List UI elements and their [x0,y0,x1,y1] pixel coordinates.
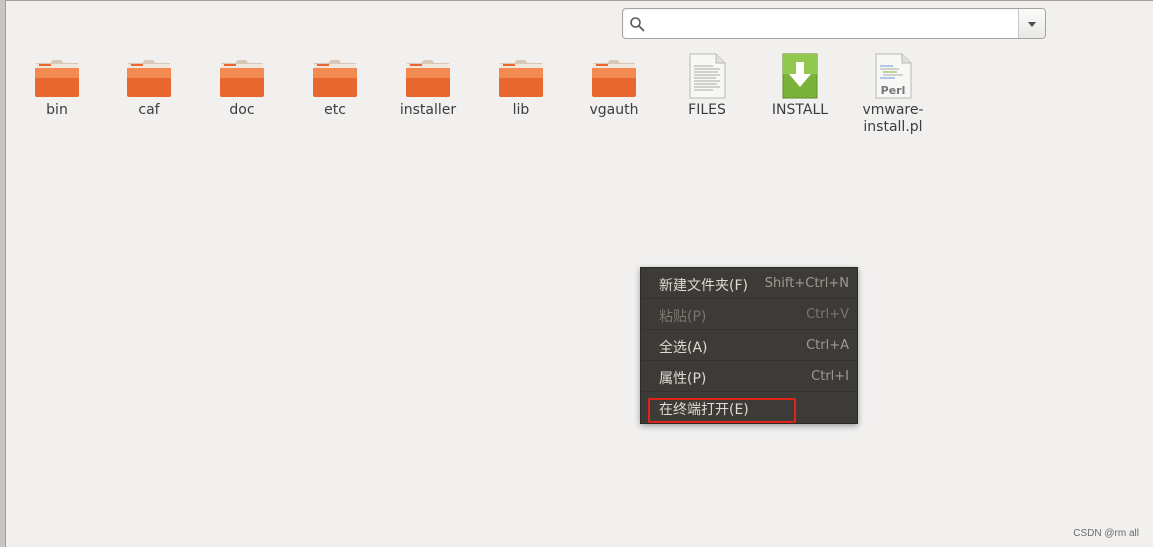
menu-item-select-all[interactable]: 全选(A) Ctrl+A [641,330,857,361]
file-label: etc [324,102,346,118]
file-item-etc[interactable]: etc [292,52,378,119]
file-item-doc[interactable]: doc [199,52,285,119]
menu-item-label: 属性(P) [659,371,707,387]
folder-icon [499,60,543,97]
file-label: caf [138,102,160,118]
text-document-icon [689,53,726,99]
search-icon [629,16,645,32]
search-combo[interactable] [622,8,1046,39]
folder-icon [220,60,264,97]
file-item-install[interactable]: INSTALL [757,52,843,119]
file-label: doc [229,102,255,118]
menu-item-label: 新建文件夹(F) [659,278,748,294]
file-label: vmware- install.pl [850,102,936,136]
file-label: FILES [688,102,726,118]
file-item-installer[interactable]: installer [385,52,471,119]
file-item-caf[interactable]: caf [106,52,192,119]
folder-icon [127,60,171,97]
chevron-down-icon [1028,22,1036,27]
file-label-line: install.pl [863,119,923,135]
menu-item-new-folder[interactable]: 新建文件夹(F) Shift+Ctrl+N [641,268,857,299]
menu-item-shortcut: Ctrl+I [811,369,849,384]
search-input[interactable] [651,12,1015,37]
install-download-icon [782,53,818,99]
annotation-highlight-box [648,398,796,423]
window-top-border [0,0,1153,1]
menu-item-label: 粘贴(P) [659,309,707,325]
menu-item-shortcut: Ctrl+V [806,307,849,322]
window-left-border [0,0,6,547]
file-label: vgauth [589,102,639,118]
folder-icon [35,60,79,97]
file-item-bin[interactable]: bin [14,52,100,119]
search-dropdown-button[interactable] [1018,9,1045,38]
folder-icon [592,60,636,97]
file-item-lib[interactable]: lib [478,52,564,119]
file-item-vgauth[interactable]: vgauth [571,52,657,119]
file-label: installer [399,102,457,118]
perl-icon-text: Perl [881,84,906,97]
file-label-line: vmware- [862,102,924,118]
file-label: bin [46,102,68,118]
file-label: lib [512,102,530,118]
menu-item-paste[interactable]: 粘贴(P) Ctrl+V [641,299,857,330]
file-item-vmware-install-pl[interactable]: Perl vmware- install.pl [850,52,936,136]
file-item-files[interactable]: FILES [664,52,750,119]
perl-script-icon: Perl [875,53,912,99]
menu-item-shortcut: Shift+Ctrl+N [764,276,849,291]
menu-item-shortcut: Ctrl+A [806,338,849,353]
watermark: CSDN @rm all [1073,528,1139,539]
menu-item-label: 全选(A) [659,340,708,356]
file-label: INSTALL [771,102,829,118]
folder-icon [313,60,357,97]
menu-item-properties[interactable]: 属性(P) Ctrl+I [641,361,857,392]
folder-icon [406,60,450,97]
